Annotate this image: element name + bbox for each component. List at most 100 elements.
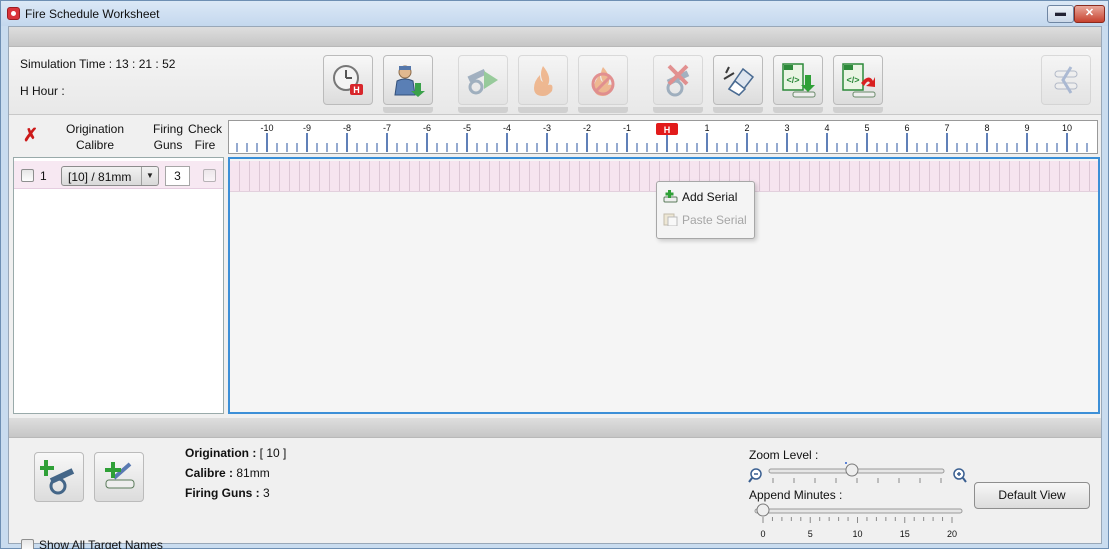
zoom-out-icon[interactable]	[748, 468, 762, 483]
show-all-target-names-label: Show All Target Names	[39, 538, 163, 549]
ruler-tick-label: -6	[423, 123, 431, 133]
ruler-tick-label: -10	[260, 123, 273, 133]
add-serial-menu-item[interactable]: Add Serial	[682, 190, 737, 204]
add-serial-button[interactable]	[94, 452, 144, 502]
button-base	[833, 107, 883, 113]
origination-calibre-header: Origination Calibre	[63, 121, 127, 153]
details-panel: Origination : [ 10 ] Calibre : 81mm Firi…	[9, 438, 1101, 549]
zoom-level-label: Zoom Level :	[749, 448, 819, 462]
stop-fire-button[interactable]	[578, 55, 628, 105]
add-cannon-icon	[40, 460, 75, 495]
ruler-tick-label: -8	[343, 123, 351, 133]
ruler-tick-label: H	[664, 125, 671, 135]
check-header: Check	[187, 122, 222, 136]
add-gun-button[interactable]	[34, 452, 84, 502]
ruler-tick-label: 5	[864, 123, 869, 133]
ruler-tick-label: 6	[904, 123, 909, 133]
calibre-info-value: 81mm	[236, 466, 270, 480]
app-icon	[7, 7, 20, 20]
export-xml-button[interactable]: </>	[833, 55, 883, 105]
svg-text:</>: </>	[846, 75, 859, 85]
calibre-info-label: Calibre :	[185, 466, 234, 480]
flame-stop-icon	[591, 67, 615, 96]
ruler-tick-label: 4	[824, 123, 829, 133]
append-minutes-slider[interactable]: 0 5 10 15 20	[747, 502, 969, 542]
top-splitter-strip	[9, 27, 1101, 47]
ruler-tick-label: -9	[303, 123, 311, 133]
button-base	[653, 107, 703, 113]
zoom-in-icon[interactable]	[953, 468, 967, 483]
ruler-ticks: -10 -9 -8 -7 -6 -5 -4 -3 -2 -1 H 1 2 3 4 5 6 7 8 9 10	[236, 123, 1088, 152]
svg-text:H: H	[353, 85, 360, 95]
h-hour-clock-button[interactable]: H	[323, 55, 373, 105]
ruler-tick-label: -1	[623, 123, 631, 133]
paste-serial-menu-item[interactable]: Paste Serial	[682, 213, 747, 227]
import-xml-button[interactable]: </>	[773, 55, 823, 105]
table-row[interactable]: 1 [10] / 81mm ▼ 3	[14, 161, 223, 189]
firing-guns-info: Firing Guns : 3	[185, 486, 270, 500]
origination-info-label: Origination :	[185, 446, 257, 460]
check-fire-checkbox[interactable]	[203, 169, 216, 182]
toolbar: Simulation Time : 13 : 21 : 52 H Hour : …	[9, 47, 1101, 115]
chevron-down-icon: ▼	[141, 167, 158, 185]
ruler-tick-label: -5	[463, 123, 471, 133]
clear-all-icon[interactable]: ✗	[23, 125, 38, 146]
check-fire-header: Check Fire	[186, 121, 224, 153]
button-base	[578, 107, 628, 113]
ruler-tick-label: -2	[583, 123, 591, 133]
erase-button[interactable]	[713, 55, 763, 105]
h-hour-label: H Hour :	[20, 84, 65, 98]
button-base	[773, 107, 823, 113]
firing-guns-input[interactable]: 3	[165, 166, 190, 186]
ruler-tick-label: 2	[744, 123, 749, 133]
button-base	[713, 107, 763, 113]
cannon-play-icon	[467, 69, 498, 95]
layout-icon	[1054, 66, 1078, 94]
title-bar: Fire Schedule Worksheet ▬ ✕	[1, 1, 1108, 26]
operator-download-button[interactable]	[383, 55, 433, 105]
close-button[interactable]: ✕	[1074, 5, 1105, 23]
flame-icon	[534, 66, 553, 96]
button-base	[383, 107, 433, 113]
origination-header: Origination	[65, 122, 125, 136]
minimize-button[interactable]: ▬	[1047, 5, 1074, 23]
zoom-scale-ticks	[772, 478, 942, 483]
ruler-tick-label: -7	[383, 123, 391, 133]
append-tick-label: 5	[808, 529, 813, 539]
append-scale-ticks: 0 5 10 15 20	[760, 517, 957, 539]
append-minutes-label: Append Minutes :	[749, 488, 843, 502]
fire-play-button[interactable]	[458, 55, 508, 105]
ruler-tick-label: 8	[984, 123, 989, 133]
firing-guns-info-label: Firing Guns :	[185, 486, 260, 500]
append-tick-label: 20	[947, 529, 957, 539]
default-view-button[interactable]: Default View	[974, 482, 1090, 509]
cancel-fire-button[interactable]	[653, 55, 703, 105]
show-all-target-names-checkbox[interactable]	[21, 539, 34, 549]
firing-guns-header: Firing Guns	[150, 121, 186, 153]
layout-button[interactable]	[1041, 55, 1091, 105]
ruler-tick-label: 10	[1062, 123, 1072, 133]
ruler-tick-label: -3	[543, 123, 551, 133]
bottom-splitter-strip	[9, 418, 1101, 438]
fire-button[interactable]	[518, 55, 568, 105]
zoom-slider-thumb[interactable]	[845, 463, 859, 477]
row-select-checkbox[interactable]	[21, 169, 34, 182]
append-slider-thumb[interactable]	[756, 503, 770, 517]
eraser-icon	[723, 66, 755, 96]
paste-serial-icon	[663, 213, 678, 227]
fire-header: Fire	[194, 138, 216, 152]
add-serial-icon	[105, 462, 135, 489]
xml-import-icon: </>	[782, 63, 816, 98]
window-title: Fire Schedule Worksheet	[25, 7, 160, 21]
main-client-area: Simulation Time : 13 : 21 : 52 H Hour : …	[8, 26, 1102, 549]
clock-h-icon: H	[333, 65, 363, 95]
time-ruler: -10 -9 -8 -7 -6 -5 -4 -3 -2 -1 H 1 2 3 4 5 6 7 8 9 10	[228, 120, 1098, 154]
append-tick-label: 15	[900, 529, 910, 539]
ruler-tick-label: -4	[503, 123, 511, 133]
firing-header: Firing	[152, 122, 183, 136]
button-base	[458, 107, 508, 113]
origination-calibre-value: [10] / 81mm	[68, 170, 132, 184]
origination-calibre-dropdown[interactable]: [10] / 81mm ▼	[61, 166, 159, 186]
xml-export-icon: </>	[842, 63, 876, 98]
guns-header: Guns	[153, 138, 183, 152]
